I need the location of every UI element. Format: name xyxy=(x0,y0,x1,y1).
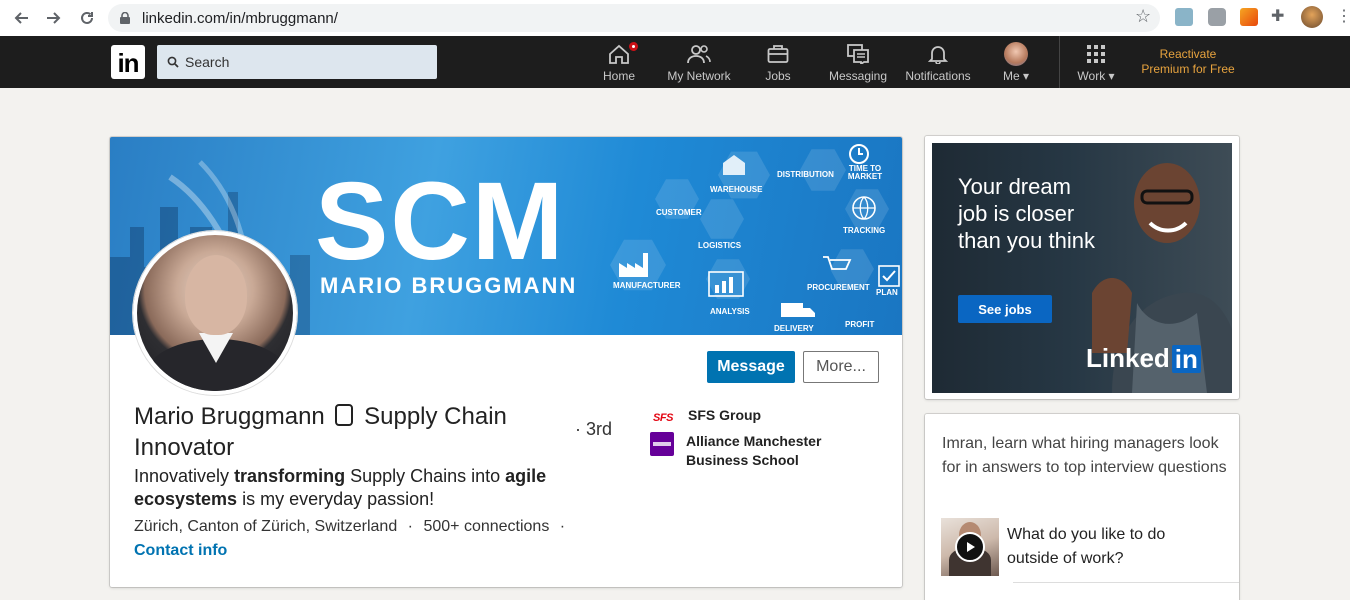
network-icon xyxy=(687,40,711,68)
banner-tag: ANALYSIS xyxy=(710,307,750,316)
interview-prep-card: Imran, learn what hiring managers look f… xyxy=(925,414,1239,600)
banner-tag: MANUFACTURER xyxy=(613,281,681,290)
org-sfs-group[interactable]: SFS SFS Group xyxy=(650,406,761,430)
me-avatar xyxy=(1004,40,1028,68)
banner-tag: DELIVERY xyxy=(774,324,814,333)
divider xyxy=(1013,582,1239,583)
banner-tag: PROFIT xyxy=(845,320,875,329)
profile-location: Zürich, Canton of Zürich, Switzerland xyxy=(134,518,398,535)
ad-card[interactable]: Your dream job is closer than you think … xyxy=(925,136,1239,399)
forward-icon[interactable] xyxy=(43,7,65,29)
ad-image[interactable]: Your dream job is closer than you think … xyxy=(932,143,1232,393)
profile-photo[interactable] xyxy=(133,231,297,395)
url-text: linkedin.com/in/mbruggmann/ xyxy=(142,9,338,27)
bell-icon xyxy=(928,40,948,68)
org-name: Alliance Manchester Business School xyxy=(686,433,822,468)
lock-icon xyxy=(120,12,130,24)
globe-icon xyxy=(852,196,876,220)
checklist-icon xyxy=(878,265,900,287)
briefcase-icon xyxy=(767,40,789,68)
home-icon xyxy=(608,40,640,68)
connection-degree: · 3rd xyxy=(575,419,613,439)
linkedin-ad-logo: Linked in xyxy=(1086,343,1201,374)
profile-avatar-icon[interactable] xyxy=(1301,6,1323,28)
nav-work[interactable]: Work ▾ xyxy=(1072,40,1120,86)
factory-icon xyxy=(619,253,648,277)
banner-tag: WAREHOUSE xyxy=(710,185,763,194)
nav-messaging[interactable]: Messaging xyxy=(828,40,888,86)
search-input[interactable]: Search xyxy=(157,45,437,79)
search-placeholder: Search xyxy=(185,54,230,70)
nav-me-label: Me ▾ xyxy=(1002,69,1030,83)
ad-headline: Your dream job is closer than you think xyxy=(958,174,1095,253)
nav-work-label: Work ▾ xyxy=(1077,69,1115,83)
video-thumbnail[interactable] xyxy=(941,518,999,576)
nav-divider xyxy=(1059,36,1060,88)
reactivate-premium-link[interactable]: Reactivate Premium for Free xyxy=(1136,47,1240,77)
premium-line-2: Premium for Free xyxy=(1141,62,1235,76)
profile-location-line: Zürich, Canton of Zürich, Switzerland · … xyxy=(134,518,566,535)
banner-tag: TIME TO MARKET xyxy=(847,164,883,181)
camera-icon[interactable] xyxy=(1208,8,1226,26)
linkedin-logo[interactable]: in xyxy=(111,45,145,79)
profile-name-text: Mario Bruggmann xyxy=(134,403,325,430)
message-button[interactable]: Message xyxy=(707,351,795,383)
profile-title-text: Supply Chain xyxy=(364,403,507,430)
nav-jobs[interactable]: Jobs xyxy=(763,40,793,86)
grid-icon xyxy=(1086,40,1106,68)
connections-count[interactable]: 500+ connections xyxy=(423,518,549,535)
see-jobs-button[interactable]: See jobs xyxy=(958,295,1052,323)
banner-tag: DISTRIBUTION xyxy=(777,170,834,179)
nav-jobs-label: Jobs xyxy=(765,69,791,83)
puzzle-icon[interactable]: ✚ xyxy=(1271,6,1289,25)
analysis-chart-icon xyxy=(708,271,744,297)
nav-home[interactable]: Home xyxy=(598,40,640,86)
amb-school-logo xyxy=(650,432,674,456)
nav-network-label: My Network xyxy=(667,69,731,83)
play-icon[interactable] xyxy=(955,532,985,562)
interview-prep-title: Imran, learn what hiring managers look f… xyxy=(942,435,1227,476)
messaging-icon xyxy=(847,40,869,68)
banner-tag: CUSTOMER xyxy=(656,208,702,217)
profile-name: Mario Bruggmann Supply Chain Innovator xyxy=(134,401,554,463)
banner-tag: PROCUREMENT xyxy=(807,283,870,292)
org-alliance-mbs[interactable]: Alliance Manchester Business School xyxy=(650,432,886,470)
notification-badge xyxy=(627,40,640,53)
truck-icon xyxy=(781,303,815,317)
browser-toolbar: linkedin.com/in/mbruggmann/ ☆ ✚ ⋮ xyxy=(0,0,1350,36)
chain-link-icon xyxy=(335,404,354,426)
reload-icon[interactable] xyxy=(76,7,98,29)
interview-question[interactable]: What do you like to do outside of work? xyxy=(1007,523,1207,571)
banner-tag: TRACKING xyxy=(843,226,886,235)
banner-tag: LOGISTICS xyxy=(698,241,742,250)
warehouse-icon xyxy=(723,155,745,175)
search-icon xyxy=(167,56,179,68)
banner-tag: PLAN xyxy=(876,288,898,297)
nav-my-network[interactable]: My Network xyxy=(663,40,735,86)
nav-notifications[interactable]: Notifications xyxy=(903,40,973,86)
sfs-logo: SFS xyxy=(653,411,673,424)
more-button[interactable]: More... xyxy=(803,351,879,383)
address-bar[interactable]: linkedin.com/in/mbruggmann/ xyxy=(108,4,1160,32)
nav-me[interactable]: Me ▾ xyxy=(996,40,1036,86)
profile-card: SCM MARIO BRUGGMANN WAREHOUSE DISTRIBUTI… xyxy=(110,137,902,587)
nav-notifications-label: Notifications xyxy=(905,69,971,83)
nav-messaging-label: Messaging xyxy=(828,69,888,83)
nav-home-label: Home xyxy=(602,69,635,83)
profile-title-text-2: Innovator xyxy=(134,434,235,461)
banner-scm-text: SCM xyxy=(315,160,566,283)
premium-line-1: Reactivate xyxy=(1159,47,1217,61)
banner-name-text: MARIO BRUGGMANN xyxy=(320,273,578,298)
contact-info-link[interactable]: Contact info xyxy=(134,542,227,560)
extension-code-icon[interactable] xyxy=(1175,8,1193,26)
clock-icon xyxy=(849,144,869,164)
back-icon[interactable] xyxy=(10,7,32,29)
profile-headline: Innovatively transforming Supply Chains … xyxy=(134,466,547,509)
star-icon[interactable]: ☆ xyxy=(1135,6,1153,26)
extension-chart-icon[interactable] xyxy=(1240,8,1258,26)
org-name: SFS Group xyxy=(688,407,762,423)
menu-dots-icon[interactable]: ⋮ xyxy=(1336,6,1350,25)
cart-icon xyxy=(823,256,852,270)
